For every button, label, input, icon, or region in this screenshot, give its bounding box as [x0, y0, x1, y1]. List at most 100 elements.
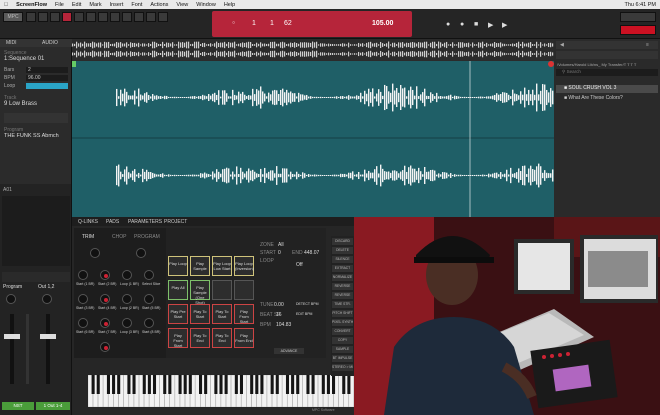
- subtab-program[interactable]: PROGRAM: [134, 234, 160, 240]
- apple-icon[interactable]: : [4, 2, 8, 8]
- function-button[interactable]: CONVERT: [332, 328, 353, 335]
- menu-mark[interactable]: Mark: [89, 2, 101, 8]
- qlink-knob[interactable]: [78, 270, 88, 280]
- menu-app-name[interactable]: ScreenFlow: [16, 2, 47, 8]
- sample-waveform-panel[interactable]: [72, 39, 554, 217]
- record-icon[interactable]: ●: [446, 21, 450, 28]
- browser-item[interactable]: ■ What Are These Colors?: [556, 95, 658, 103]
- tab-qlinks[interactable]: Q-LINKS: [78, 219, 98, 225]
- qlink-knob[interactable]: [144, 294, 154, 304]
- bar-counter[interactable]: 1: [252, 20, 256, 27]
- pan-knob[interactable]: [6, 294, 16, 304]
- pad[interactable]: Play All: [168, 280, 188, 300]
- mode-button[interactable]: [26, 12, 36, 22]
- pad[interactable]: Play Sample: [190, 256, 210, 276]
- qlink-knob[interactable]: [122, 318, 132, 328]
- track-name[interactable]: 9 Low Brass: [4, 101, 37, 107]
- pad[interactable]: Play To End: [212, 328, 232, 348]
- function-button[interactable]: DELETE: [332, 247, 353, 254]
- menu-font[interactable]: Font: [131, 2, 142, 8]
- detect-bpm-button[interactable]: DETECT BPM: [296, 302, 319, 306]
- subtab-trim[interactable]: TRIM: [82, 234, 94, 240]
- function-button[interactable]: REVERSE: [332, 292, 353, 299]
- bpm-value[interactable]: 104.83: [276, 322, 291, 328]
- qlink-knob[interactable]: [136, 248, 146, 258]
- function-button[interactable]: EXTRACT: [332, 265, 353, 272]
- menu-file[interactable]: File: [55, 2, 64, 8]
- program-name[interactable]: THE FUNK SS Abmch: [4, 133, 59, 139]
- sequence-name[interactable]: 1:Sequence 01: [4, 56, 44, 62]
- function-button[interactable]: PITCH SHIFT: [332, 310, 353, 317]
- advance-button[interactable]: ADVANCE: [274, 348, 304, 354]
- menu-actions[interactable]: Actions: [150, 2, 168, 8]
- pan-knob[interactable]: [42, 294, 52, 304]
- pad[interactable]: Play To End: [190, 328, 210, 348]
- mode-button[interactable]: [110, 12, 120, 22]
- timeline-ruler[interactable]: [72, 39, 554, 61]
- tab-project[interactable]: PROJECT: [164, 219, 187, 225]
- browser-filter-row[interactable]: [556, 51, 658, 59]
- mode-button[interactable]: [74, 12, 84, 22]
- tune-value[interactable]: 0.00: [274, 302, 284, 308]
- volume-fader-track[interactable]: [10, 314, 14, 384]
- qlink-knob[interactable]: [144, 270, 154, 280]
- volume-fader-handle[interactable]: [4, 334, 20, 339]
- pad[interactable]: Play Loop: [168, 256, 188, 276]
- start-value[interactable]: 0: [278, 250, 281, 256]
- function-button[interactable]: SILENCE: [332, 256, 353, 263]
- mpc-logo-button[interactable]: MPC: [3, 12, 23, 22]
- loop-value[interactable]: Off: [296, 262, 303, 268]
- edit-bpm-button[interactable]: EDIT BPM: [296, 312, 312, 316]
- menu-insert[interactable]: Insert: [110, 2, 124, 8]
- pad[interactable]: [234, 280, 254, 300]
- menu-icon[interactable]: ≡: [646, 42, 649, 48]
- track-controls[interactable]: [4, 113, 68, 123]
- subtab-chop[interactable]: CHOP: [112, 234, 126, 240]
- function-button[interactable]: DISCARD: [332, 238, 353, 245]
- qlink-knob[interactable]: [100, 318, 110, 328]
- qlink-knob[interactable]: [122, 294, 132, 304]
- volume-fader-handle[interactable]: [40, 334, 56, 339]
- beat-counter[interactable]: 1: [270, 20, 274, 27]
- menu-edit[interactable]: Edit: [72, 2, 81, 8]
- qlink-knob[interactable]: [100, 294, 110, 304]
- qlink-knob[interactable]: [78, 294, 88, 304]
- mode-button[interactable]: [86, 12, 96, 22]
- end-value[interactable]: 448.07: [304, 250, 319, 256]
- insert-slots[interactable]: [2, 196, 70, 266]
- menu-window[interactable]: Window: [196, 2, 216, 8]
- pad[interactable]: Play Pre Start: [168, 304, 188, 324]
- tab-audio[interactable]: AUDIO: [42, 40, 58, 46]
- pad[interactable]: Play Loop (Inversion): [234, 256, 254, 276]
- pad[interactable]: Play From Start: [168, 328, 188, 348]
- function-button[interactable]: PIXEL SYNTH: [332, 319, 353, 326]
- main-waveform[interactable]: [72, 61, 554, 217]
- tempo-display[interactable]: 105.00: [372, 20, 393, 27]
- mode-button[interactable]: [98, 12, 108, 22]
- output-button[interactable]: 1 Out 1-4: [36, 402, 70, 410]
- function-button[interactable]: TIME STR.: [332, 301, 353, 308]
- function-button[interactable]: REVERSE: [332, 283, 353, 290]
- nst-button[interactable]: NST: [2, 402, 34, 410]
- play-start-icon[interactable]: ▶: [502, 21, 507, 29]
- qlink-knob[interactable]: [100, 270, 110, 280]
- stop-icon[interactable]: ■: [474, 21, 478, 28]
- bars-field[interactable]: 2: [26, 67, 68, 73]
- mode-button[interactable]: [122, 12, 132, 22]
- tab-midi[interactable]: MIDI: [6, 40, 17, 46]
- function-button[interactable]: NORMALIZE: [332, 274, 353, 281]
- qlink-knob[interactable]: [78, 318, 88, 328]
- qlink-knob[interactable]: [122, 270, 132, 280]
- pad[interactable]: Play From End: [234, 328, 254, 348]
- tab-parameters[interactable]: PARAMETERS: [128, 219, 162, 225]
- back-icon[interactable]: ◀: [560, 42, 564, 48]
- function-button[interactable]: COPY: [332, 337, 353, 344]
- start-marker[interactable]: [72, 61, 76, 67]
- qlink-knob[interactable]: [90, 248, 100, 258]
- tick-counter[interactable]: 62: [284, 20, 292, 27]
- mode-button[interactable]: [158, 12, 168, 22]
- mode-button-active[interactable]: [62, 12, 72, 22]
- volume-fader-track[interactable]: [46, 314, 50, 384]
- loop-toggle[interactable]: [26, 83, 68, 89]
- tempo-dial-icon[interactable]: ○: [232, 20, 235, 26]
